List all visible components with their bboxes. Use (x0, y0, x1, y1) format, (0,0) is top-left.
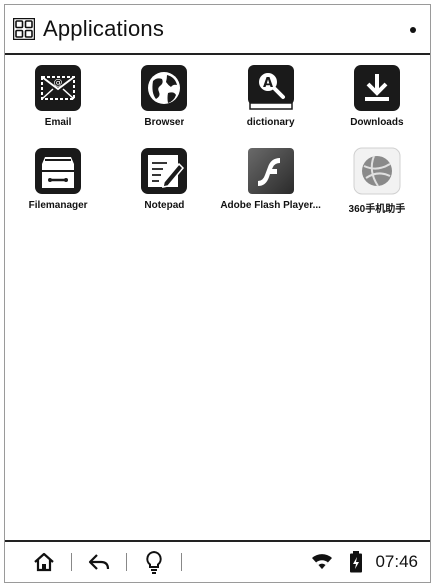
app-label: Adobe Flash Player... (220, 200, 321, 211)
light-button[interactable] (141, 549, 167, 575)
dictionary-icon: A (247, 65, 294, 110)
app-label: Downloads (350, 117, 404, 128)
app-email[interactable]: @ Email (5, 63, 111, 128)
app-label: dictionary (246, 117, 295, 128)
battery-icon (350, 551, 363, 573)
email-icon: @ (35, 65, 82, 111)
divider (181, 553, 182, 571)
app-dictionary[interactable]: A dictionary (218, 63, 324, 128)
app-grid-icon[interactable] (13, 18, 35, 40)
wifi-icon (312, 554, 333, 569)
app-label: Browser (144, 117, 185, 128)
app-browser[interactable]: Browser (111, 63, 217, 128)
home-button[interactable] (31, 549, 57, 575)
divider (71, 553, 72, 571)
app-downloads[interactable]: Downloads (324, 63, 430, 128)
app-grid: @ Email Browser A dictionary Downloads F… (5, 63, 430, 215)
app-label: 360手机助手 (348, 204, 406, 215)
globe-icon (141, 65, 188, 111)
app-label: Email (44, 117, 72, 128)
menu-dot-icon[interactable] (410, 27, 416, 33)
app-notepad[interactable]: Notepad (111, 146, 217, 215)
title-bar: Applications (5, 5, 430, 55)
flash-icon (247, 148, 294, 194)
back-button[interactable] (86, 549, 112, 575)
app-flash-player[interactable]: Adobe Flash Player... (218, 146, 324, 215)
app-filemanager[interactable]: Filemanager (5, 146, 111, 215)
system-bar: 07:46 (5, 540, 430, 582)
back-icon (88, 554, 110, 570)
notepad-icon (141, 148, 188, 194)
clock: 07:46 (375, 552, 418, 571)
page-title: Applications (43, 16, 165, 41)
file-cabinet-icon (35, 148, 82, 194)
svg-text:A: A (263, 76, 273, 91)
download-icon (353, 65, 400, 111)
svg-text:@: @ (54, 78, 63, 88)
app-360-assistant[interactable]: 360手机助手 (324, 146, 430, 215)
app-window: Applications @ Email Browser A dictionar… (4, 4, 431, 583)
lightbulb-icon (146, 550, 162, 574)
divider (126, 553, 127, 571)
home-icon (34, 552, 54, 572)
ball-icon (353, 147, 401, 195)
app-label: Notepad (144, 200, 185, 211)
status-area: 07:46 (311, 551, 418, 573)
app-label: Filemanager (28, 200, 88, 211)
